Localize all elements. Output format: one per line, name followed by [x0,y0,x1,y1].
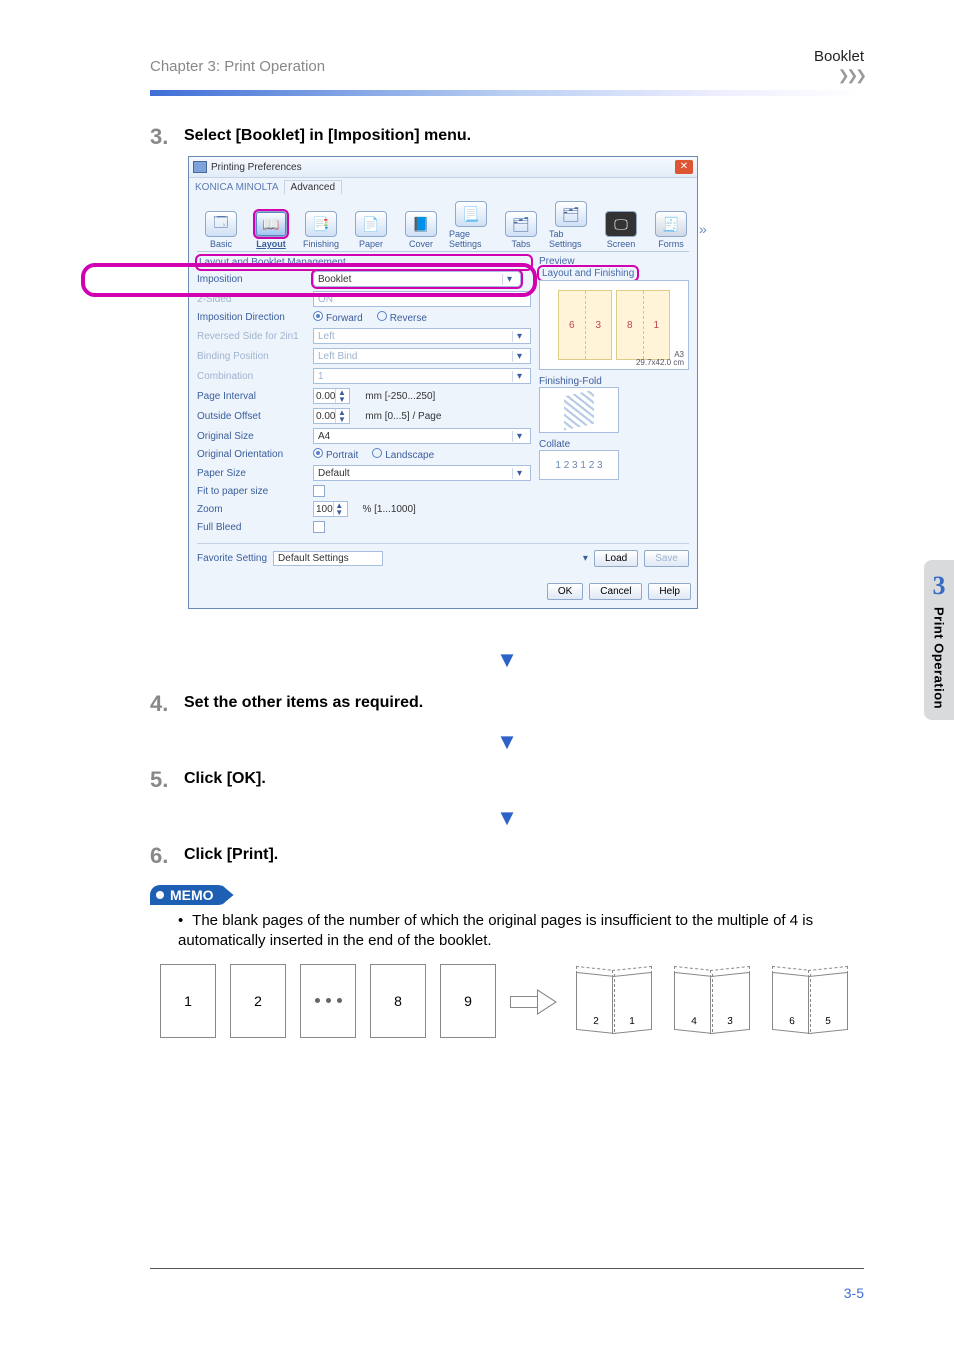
fold-preview [539,387,619,433]
printer-icon [193,161,207,173]
chapter-label: Chapter 3: Print Operation [150,58,325,75]
fig-page-dots [300,964,356,1038]
side-tab-label: Print Operation [932,607,947,709]
cancel-button[interactable]: Cancel [589,583,642,600]
top-layout[interactable]: 📖Layout [249,211,293,249]
fig-page-9: 9 [440,964,496,1038]
step-3-text: Select [Booklet] in [Imposition] menu. [184,124,471,145]
load-button[interactable]: Load [594,550,638,567]
help-button[interactable]: Help [648,583,691,600]
collate-preview: 1 2 3 1 2 3 [539,450,619,480]
top-finishing[interactable]: 📑Finishing [299,211,343,249]
zoom-label: Zoom [197,504,307,515]
pageinterval-unit: mm [-250...250] [365,391,435,402]
side-tab-number: 3 [933,571,946,601]
outoffset-input[interactable]: 0.00▲▼ [313,408,350,424]
twosided-value: ON [313,291,531,307]
top-cover[interactable]: 📘Cover [399,211,443,249]
flow-arrow-3: ▼ [150,805,864,831]
close-button[interactable]: ✕ [675,160,693,174]
save-button[interactable]: Save [644,550,689,567]
memo-badge: MEMO [150,885,228,905]
step-6-number: 6. [150,843,184,869]
radio-reverse[interactable]: Reverse [377,311,427,324]
combination-label: Combination [197,371,307,382]
top-pagesettings[interactable]: 📃Page Settings [449,201,493,249]
binding-label: Binding Position [197,351,307,362]
advanced-tab[interactable]: Advanced [284,180,342,194]
preview-lf-title: Layout and Finishing [539,267,637,280]
big-arrow-icon [510,988,558,1014]
combination-value: 1▾ [313,368,531,384]
finishing-fold-title: Finishing-Fold [539,376,689,387]
fit-label: Fit to paper size [197,486,307,497]
twosided-label: 2-Sided [197,294,307,305]
zoom-input[interactable]: 100▲▼ [313,501,348,517]
booklet-figure: 1 2 8 9 Blank Blank 2 1 Blank 9 4 3 8 7 … [160,964,864,1038]
step-4-number: 4. [150,691,184,717]
booklet-arrows-icon: ❯❯❯ [838,67,864,84]
binding-value: Left Bind▾ [313,348,531,364]
orientation-label: Original Orientation [197,449,307,460]
fig-page-1: 1 [160,964,216,1038]
pageinterval-label: Page Interval [197,391,307,402]
header-rule [150,90,864,96]
fit-checkbox[interactable] [313,485,325,497]
top-tabs[interactable]: 🗂Tabs [499,211,543,249]
imposition-dropdown[interactable]: Booklet▾ [313,271,521,287]
page-number: 3-5 [844,1285,864,1301]
top-tabsettings[interactable]: 🗂Tab Settings [549,201,593,249]
step-3-number: 3. [150,124,184,150]
flow-arrow-2: ▼ [150,729,864,755]
booklet-sheet-2: Blank 9 4 3 [670,964,754,1038]
top-more[interactable]: » [699,221,707,249]
zoom-unit: % [1...1000] [362,504,415,515]
outoffset-label: Outside Offset [197,411,307,422]
direction-label: Imposition Direction [197,312,307,323]
ok-button[interactable]: OK [547,583,583,600]
printing-preferences-dialog: Printing Preferences ✕ KONICA MINOLTA Ad… [188,156,698,609]
origsize-dropdown[interactable]: A4▾ [313,428,531,444]
favorite-label: Favorite Setting [197,553,267,564]
page-footer: 3-5 [150,1268,864,1301]
outoffset-unit: mm [0...5] / Page [365,411,441,422]
top-screen[interactable]: 🖵Screen [599,211,643,249]
favorite-combo[interactable]: Default Settings [273,551,383,566]
papersize-dropdown[interactable]: Default▾ [313,465,531,481]
collate-title: Collate [539,439,689,450]
step-5-text: Click [OK]. [184,767,266,788]
top-basic[interactable]: 🗔Basic [199,211,243,249]
memo-text: • The blank pages of the number of which… [178,911,864,952]
radio-portrait[interactable]: Portrait [313,448,358,461]
booklet-sheet-3: 8 7 6 5 [768,964,852,1038]
radio-forward[interactable]: Forward [313,311,363,324]
reversed-value: Left▾ [313,328,531,344]
step-4-text: Set the other items as required. [184,691,423,712]
top-paper[interactable]: 📄Paper [349,211,393,249]
fig-page-2: 2 [230,964,286,1038]
papersize-label: Paper Size [197,468,307,479]
origsize-label: Original Size [197,431,307,442]
bleed-label: Full Bleed [197,522,307,533]
booklet-sheet-1: Blank Blank 2 1 [572,964,656,1038]
preview-pane: 63 81 A329.7x42.0 cm [539,280,689,370]
radio-landscape[interactable]: Landscape [372,448,434,461]
dialog-title: Printing Preferences [211,162,302,173]
vendor-tab[interactable]: KONICA MINOLTA [195,182,278,193]
pageinterval-input[interactable]: 0.00▲▼ [313,388,350,404]
flow-arrow-1: ▼ [150,647,864,673]
side-tab: 3 Print Operation [924,560,954,720]
topic-label: Booklet [814,48,864,65]
step-6-text: Click [Print]. [184,843,278,864]
bleed-checkbox[interactable] [313,521,325,533]
section-layout-title: Layout and Booklet Management [197,256,531,269]
fig-page-8: 8 [370,964,426,1038]
reversed-label: Reversed Side for 2in1 [197,331,307,342]
imposition-label: Imposition [197,274,307,285]
step-5-number: 5. [150,767,184,793]
top-forms[interactable]: 🧾Forms [649,211,693,249]
